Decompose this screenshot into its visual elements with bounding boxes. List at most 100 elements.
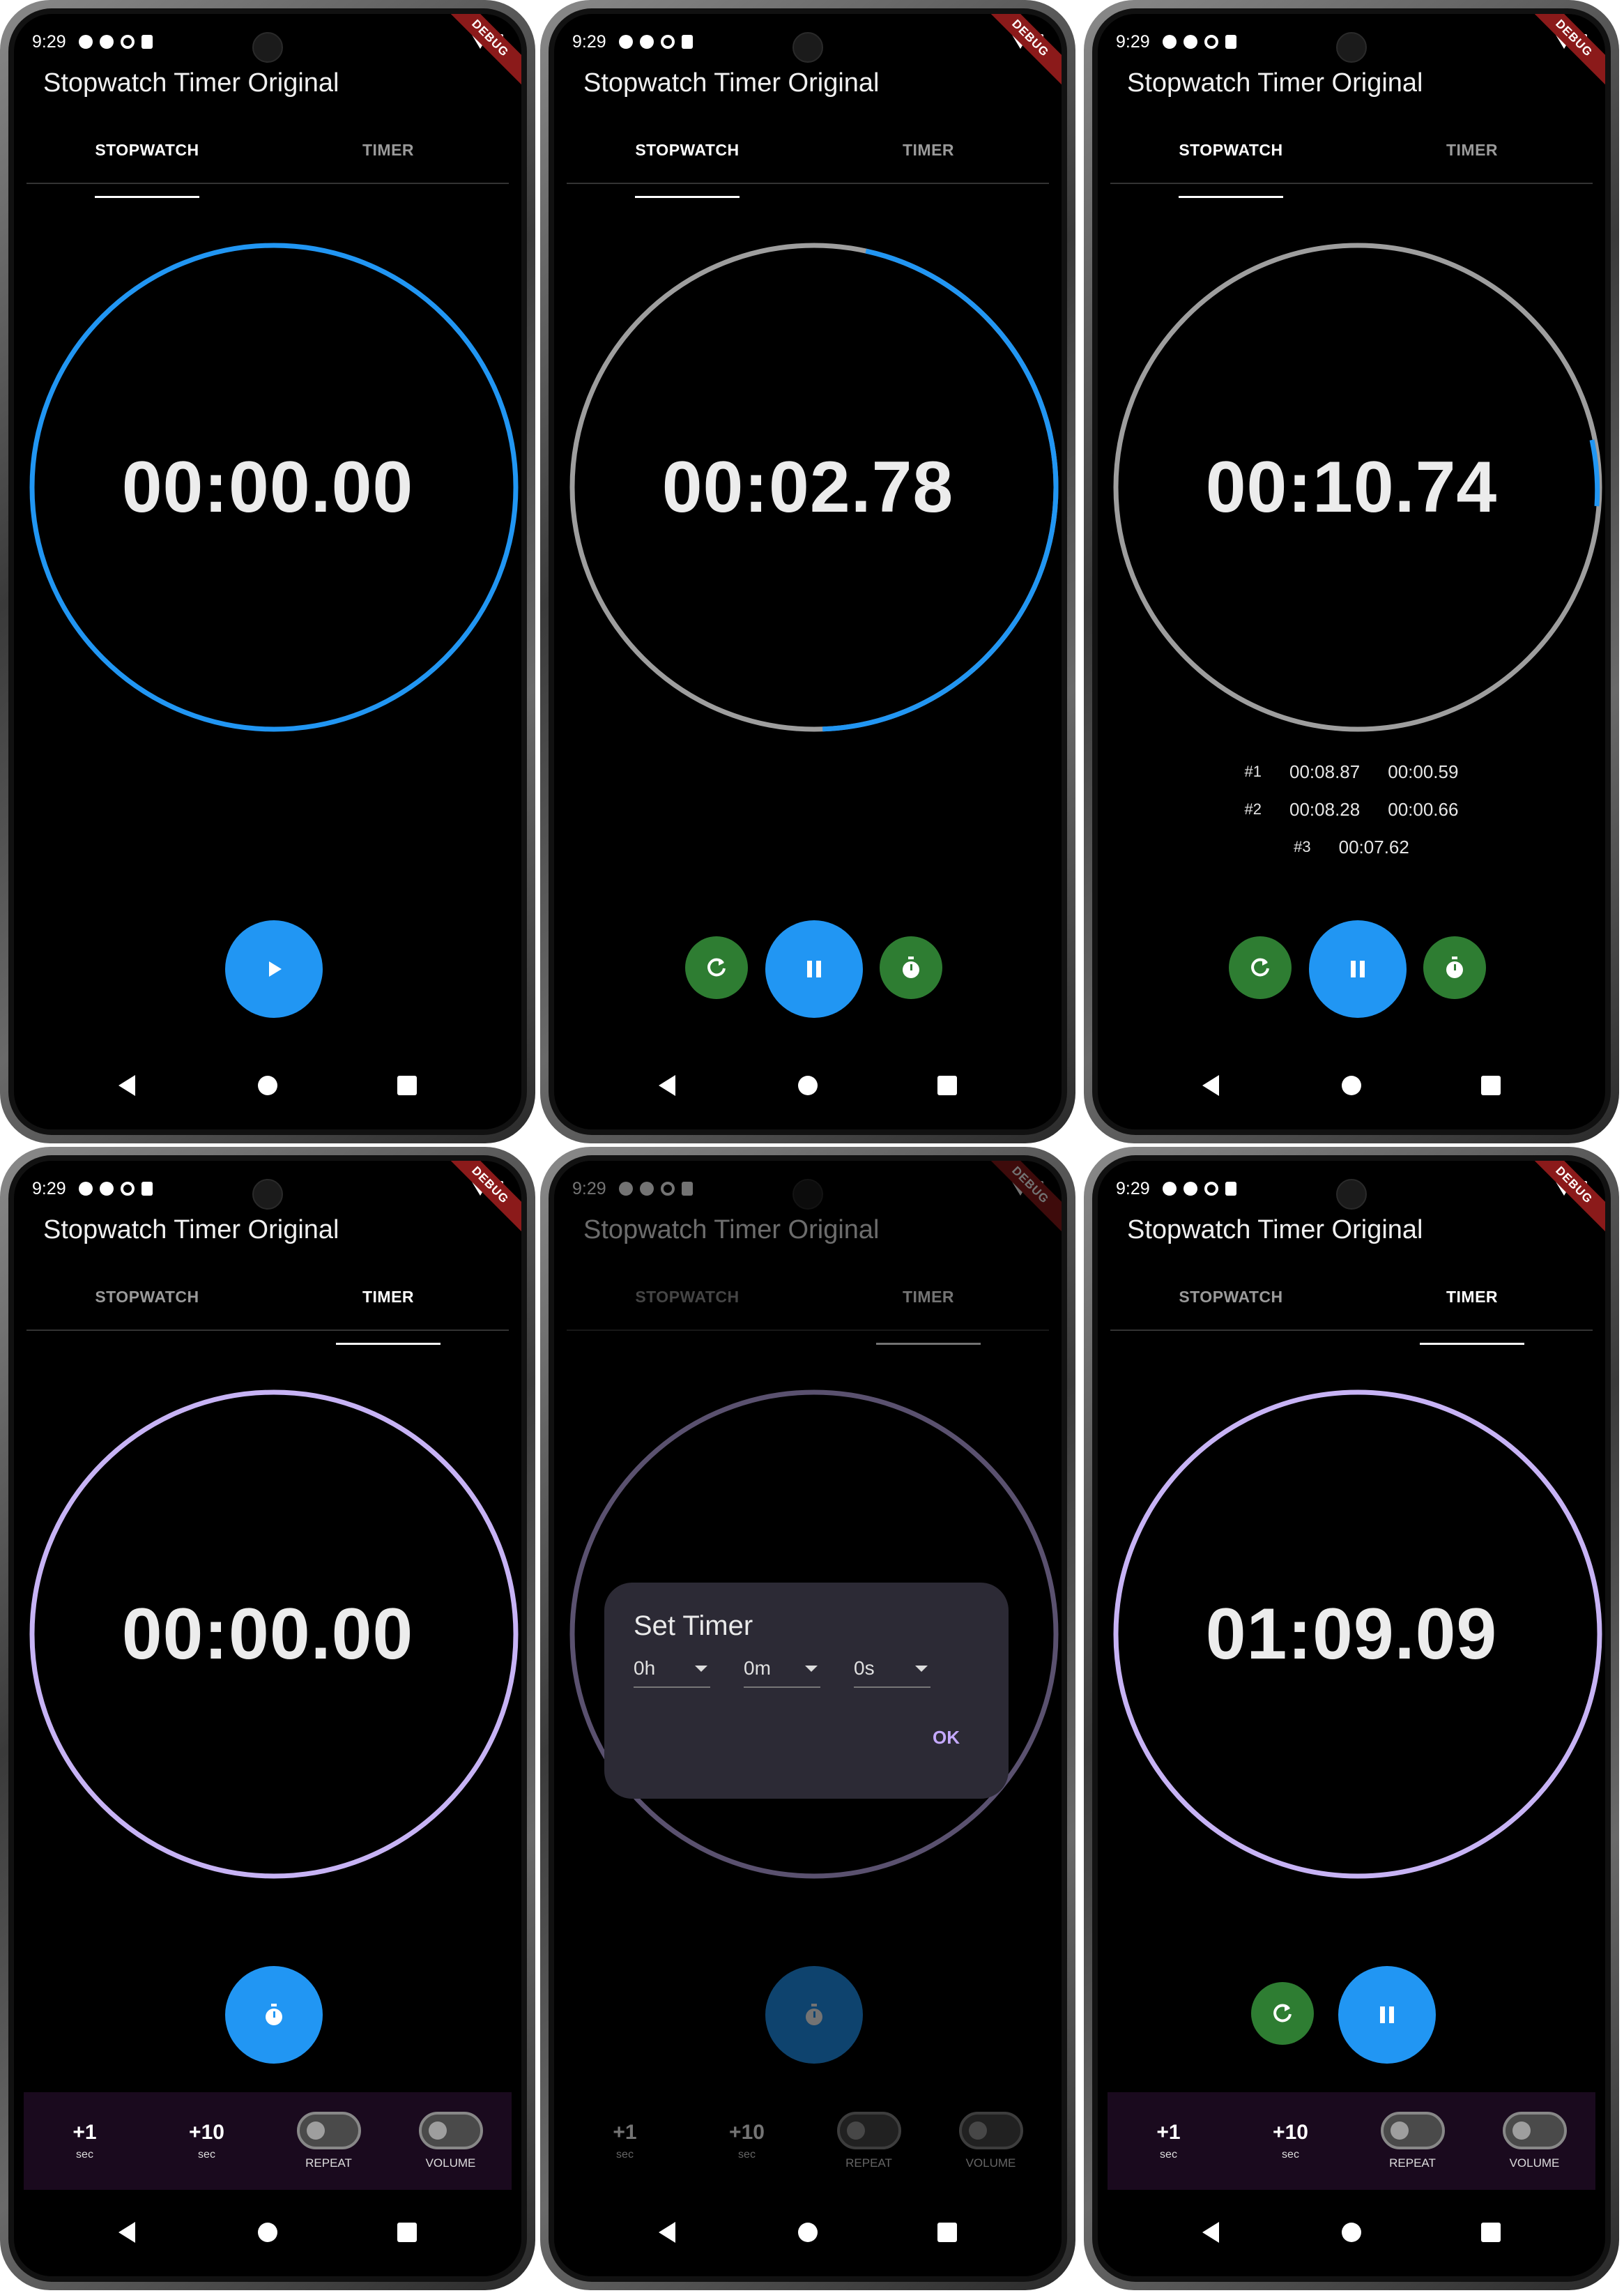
back-icon[interactable] [118, 1075, 135, 1096]
add-10-label: +10 [189, 2121, 224, 2144]
add-1-label: +1 [1156, 2121, 1181, 2144]
back-icon[interactable] [659, 2222, 675, 2243]
recents-icon[interactable] [397, 2223, 417, 2242]
recents-icon[interactable] [1481, 2223, 1501, 2242]
tab-stopwatch[interactable]: STOPWATCH [26, 132, 268, 198]
recents-icon[interactable] [397, 1076, 417, 1095]
pause-button[interactable] [1338, 1966, 1436, 2064]
sim-icon [1225, 35, 1236, 49]
system-nav-bar [1098, 1067, 1605, 1102]
stopwatch-icon [1446, 957, 1463, 978]
add-1-sec-button[interactable]: +1 sec [24, 2121, 146, 2161]
tab-stopwatch[interactable]: STOPWATCH [1110, 1279, 1351, 1330]
seconds-dropdown[interactable]: 0s [854, 1657, 930, 1688]
back-icon[interactable] [118, 2222, 135, 2243]
tab-bar: STOPWATCH TIMER [1110, 1279, 1593, 1345]
tab-stopwatch[interactable]: STOPWATCH [26, 1279, 268, 1330]
screen: 9:29 DEBUG Stopwatch Timer Original STOP… [14, 1161, 521, 2276]
shield-icon [99, 1182, 114, 1196]
recents-icon[interactable] [937, 2223, 957, 2242]
volume-toggle[interactable] [1502, 2112, 1567, 2149]
minutes-dropdown[interactable]: 0m [744, 1657, 820, 1688]
timer-time: 00:00.00 [121, 1594, 414, 1675]
lap-row: #3 00:07.62 [1098, 828, 1605, 866]
ok-button[interactable]: OK [933, 1727, 960, 1749]
screen: 9:29 DEBUG Stopwatch Timer Original STOP… [1098, 14, 1605, 1129]
screenshot-grid: 9:29 DEBUG Stopwatch Timer Original STOP… [0, 0, 1624, 2293]
home-icon[interactable] [798, 2223, 818, 2242]
sync-icon [660, 35, 675, 49]
lap-number: #3 [1294, 838, 1311, 855]
pause-icon [1380, 2006, 1394, 2023]
chevron-down-icon [695, 1665, 707, 1672]
pause-icon [807, 961, 821, 977]
home-icon[interactable] [1342, 2223, 1361, 2242]
recents-icon[interactable] [1481, 1076, 1501, 1095]
tab-timer[interactable]: TIMER [808, 132, 1049, 183]
tab-stopwatch[interactable]: STOPWATCH [567, 132, 808, 198]
reset-button[interactable] [685, 936, 748, 999]
reset-button[interactable] [1229, 936, 1292, 999]
sec-label: sec [76, 2149, 93, 2161]
reset-button[interactable] [1251, 1982, 1314, 2045]
tab-bar: STOPWATCH TIMER [567, 132, 1049, 198]
timer-controls-bar: +1 sec +10 sec REPEAT VOLUME [1108, 2092, 1595, 2190]
home-icon[interactable] [258, 2223, 277, 2242]
start-button[interactable] [225, 920, 323, 1018]
lap-button[interactable] [1423, 936, 1486, 999]
pause-button[interactable] [1309, 920, 1407, 1018]
shield-icon [639, 35, 654, 49]
pause-button[interactable] [765, 920, 863, 1018]
tab-timer[interactable]: TIMER [268, 1279, 509, 1345]
status-time: 9:29 [1116, 1178, 1150, 1198]
home-icon[interactable] [798, 1076, 818, 1095]
app-title: Stopwatch Timer Original [583, 68, 880, 98]
refresh-icon [1273, 2004, 1292, 2022]
tab-timer[interactable]: TIMER [268, 132, 509, 183]
lap-number: #1 [1244, 763, 1262, 780]
recents-icon[interactable] [937, 1076, 957, 1095]
system-nav-bar [1098, 2214, 1605, 2248]
lap-button[interactable] [880, 936, 942, 999]
shield-icon [1183, 1182, 1197, 1196]
stopwatch-icon [903, 957, 919, 978]
home-icon[interactable] [1342, 1076, 1361, 1095]
screen: 9:29 DEBUG Stopwatch Timer Original STOP… [14, 14, 521, 1129]
sec-label: sec [1160, 2149, 1177, 2161]
system-nav-bar [14, 2214, 521, 2248]
settings-icon [618, 35, 633, 49]
repeat-control: REPEAT [268, 2112, 390, 2170]
tab-bar: STOPWATCH TIMER [1110, 132, 1593, 198]
tab-timer[interactable]: TIMER [1351, 1279, 1593, 1345]
lap-total: 00:08.87 [1289, 761, 1361, 782]
sync-icon [120, 1182, 135, 1196]
tab-stopwatch[interactable]: STOPWATCH [1110, 132, 1351, 198]
lap-split: 00:00.59 [1388, 761, 1459, 782]
tab-bar: STOPWATCH TIMER [26, 1279, 509, 1345]
back-icon[interactable] [1202, 1075, 1219, 1096]
repeat-toggle[interactable] [1380, 2112, 1445, 2149]
settings-icon [1162, 1182, 1177, 1196]
system-nav-bar [554, 2214, 1062, 2248]
tab-timer[interactable]: TIMER [1351, 132, 1593, 183]
app-title: Stopwatch Timer Original [43, 1215, 339, 1244]
minutes-value: 0m [744, 1657, 771, 1679]
set-timer-button[interactable] [225, 1966, 323, 2064]
system-nav-bar [554, 1067, 1062, 1102]
add-1-label: +1 [72, 2121, 97, 2144]
camera-cutout [1336, 32, 1367, 63]
add-10-sec-button[interactable]: +10 sec [146, 2121, 268, 2161]
back-icon[interactable] [659, 1075, 675, 1096]
repeat-toggle[interactable] [296, 2112, 361, 2149]
add-1-sec-button[interactable]: +1 sec [1108, 2121, 1230, 2161]
camera-cutout [1336, 1179, 1367, 1210]
hours-dropdown[interactable]: 0h [634, 1657, 710, 1688]
home-icon[interactable] [258, 1076, 277, 1095]
volume-label: VOLUME [425, 2156, 476, 2170]
volume-toggle[interactable] [418, 2112, 483, 2149]
seconds-value: 0s [854, 1657, 875, 1679]
add-10-sec-button[interactable]: +10 sec [1230, 2121, 1351, 2161]
refresh-icon [1251, 958, 1269, 977]
back-icon[interactable] [1202, 2222, 1219, 2243]
dialog-title: Set Timer [634, 1610, 753, 1641]
